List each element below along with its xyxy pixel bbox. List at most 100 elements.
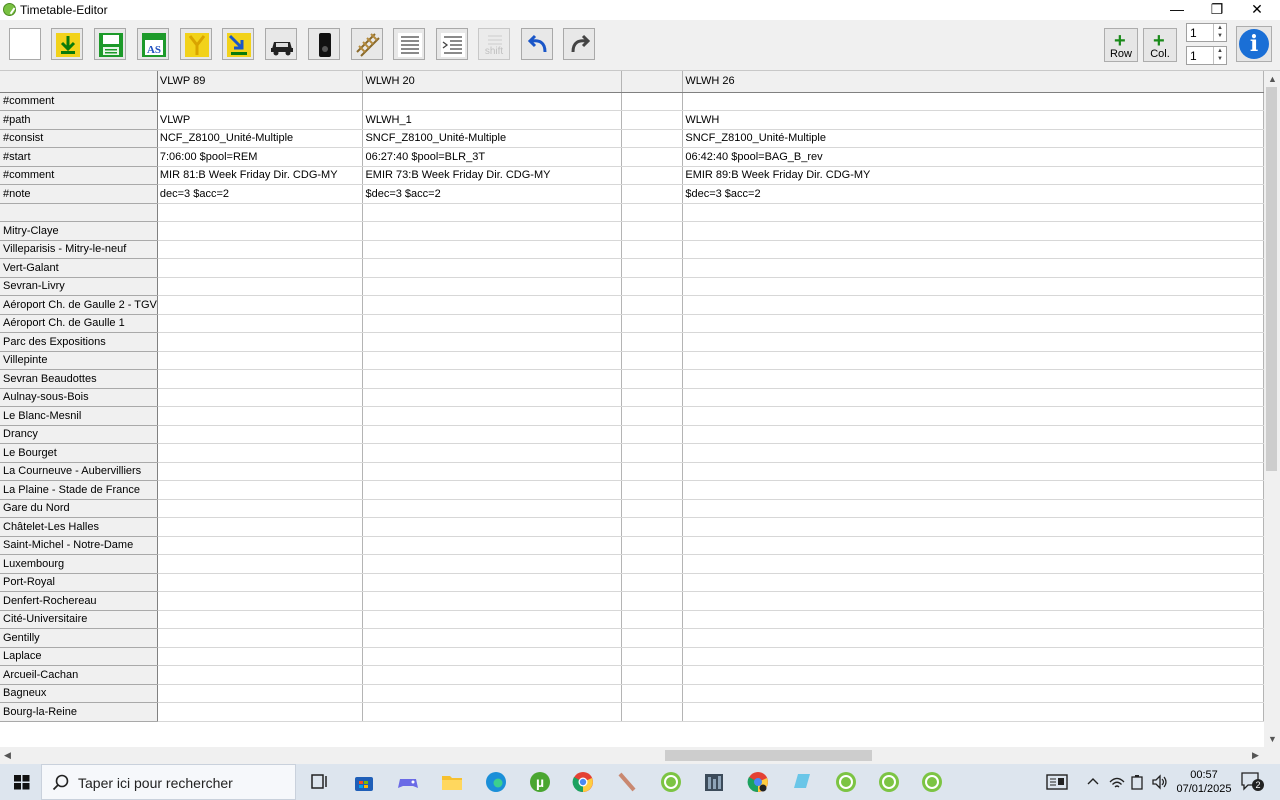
grid-cell[interactable] <box>157 684 364 703</box>
grid-cell[interactable] <box>157 517 364 537</box>
grid-cell[interactable] <box>362 536 623 555</box>
grid-cell[interactable] <box>157 628 364 648</box>
info-button[interactable]: i <box>1236 26 1272 62</box>
grid-cell[interactable] <box>157 369 364 389</box>
grid-cell[interactable] <box>157 221 364 241</box>
taskbar-search-box[interactable]: Taper ici pour rechercher <box>41 764 296 800</box>
grid-cell[interactable] <box>362 332 623 352</box>
grid-cell[interactable] <box>682 702 1264 722</box>
grid-cell[interactable] <box>362 591 623 611</box>
row-header[interactable]: #comment <box>0 92 158 111</box>
grid-cell[interactable] <box>682 647 1264 666</box>
row-header[interactable]: Parc des Expositions <box>0 332 158 352</box>
grid-cell[interactable] <box>682 480 1264 500</box>
file-explorer-icon[interactable] <box>440 770 464 794</box>
scroll-right-icon[interactable]: ▶ <box>1252 750 1259 761</box>
row-header[interactable]: #start <box>0 147 158 167</box>
edge-icon[interactable] <box>484 770 508 794</box>
row-header[interactable]: Le Bourget <box>0 443 158 463</box>
grid-cell[interactable]: 7:06:00 $pool=REM <box>157 147 364 167</box>
row-header[interactable]: Sevran-Livry <box>0 277 158 296</box>
add-row-button[interactable]: + Row <box>1104 28 1138 62</box>
new-blank-button[interactable] <box>9 28 41 60</box>
grid-cell[interactable]: $dec=3 $acc=2 <box>682 184 1264 204</box>
grid-cell[interactable] <box>621 665 684 685</box>
grid-cell[interactable] <box>621 628 684 648</box>
restore-button[interactable]: ❐ <box>1197 0 1237 20</box>
grid-cell[interactable] <box>157 314 364 333</box>
grid-cell[interactable]: 06:42:40 $pool=BAG_B_rev <box>682 147 1264 167</box>
grid-cell[interactable]: WLWH <box>682 110 1264 130</box>
grid-cell[interactable] <box>682 665 1264 685</box>
grid-cell[interactable] <box>362 314 623 333</box>
grid-cell[interactable] <box>621 295 684 315</box>
gamepad-icon[interactable] <box>396 770 420 794</box>
undo-button[interactable] <box>521 28 553 60</box>
grid-cell[interactable] <box>362 277 623 296</box>
grid-cell[interactable] <box>157 406 364 426</box>
row-header[interactable]: Bourg-la-Reine <box>0 702 158 722</box>
grid-cell[interactable] <box>621 517 684 537</box>
grid-cell[interactable] <box>682 517 1264 537</box>
grid-cell[interactable] <box>362 406 623 426</box>
grid-cell[interactable] <box>157 610 364 629</box>
grid-cell[interactable] <box>682 499 1264 518</box>
grid-cell[interactable] <box>621 443 684 463</box>
row-header[interactable]: Le Blanc-Mesnil <box>0 406 158 426</box>
timetable-app-icon[interactable] <box>877 770 901 794</box>
horizontal-scroll-thumb[interactable] <box>665 750 872 761</box>
utorrent-icon[interactable]: µ <box>528 770 552 794</box>
grid-cell[interactable] <box>621 240 684 259</box>
grid-cell[interactable] <box>621 147 684 167</box>
row-header[interactable]: Villeparisis - Mitry-le-neuf <box>0 240 158 259</box>
grid-cell[interactable] <box>621 684 684 703</box>
row-header[interactable]: Drancy <box>0 425 158 444</box>
col-count-spinner[interactable]: 1 ▲ ▼ <box>1186 46 1227 65</box>
grid-cell[interactable] <box>362 221 623 241</box>
grid-cell[interactable]: 06:27:40 $pool=BLR_3T <box>362 147 623 167</box>
grid-cell[interactable] <box>362 443 623 463</box>
grid-cell[interactable] <box>621 573 684 592</box>
grid-cell[interactable] <box>157 258 364 278</box>
news-widget-icon[interactable] <box>1045 770 1069 794</box>
grid-cell[interactable] <box>362 665 623 685</box>
grid-cell[interactable]: dec=3 $acc=2 <box>157 184 364 204</box>
column-header[interactable] <box>621 71 684 93</box>
vertical-scrollbar[interactable]: ▲ ▼ <box>1264 71 1280 747</box>
row-header[interactable]: Laplace <box>0 647 158 666</box>
grid-cell[interactable] <box>362 388 623 407</box>
grid-cell[interactable] <box>157 388 364 407</box>
consist-button[interactable] <box>265 28 297 60</box>
grid-cell[interactable] <box>621 554 684 574</box>
row-header[interactable]: Saint-Michel - Notre-Dame <box>0 536 158 555</box>
row-header[interactable]: La Plaine - Stade de France <box>0 480 158 500</box>
grid-cell[interactable] <box>621 536 684 555</box>
grid-cell[interactable] <box>682 425 1264 444</box>
grid-cell[interactable] <box>682 591 1264 611</box>
grid-cell[interactable] <box>682 610 1264 629</box>
scroll-left-icon[interactable]: ◀ <box>4 750 11 761</box>
grid-cell[interactable] <box>621 277 684 296</box>
store-icon[interactable] <box>352 770 376 794</box>
row-header[interactable]: Villepinte <box>0 351 158 370</box>
grid-cell[interactable] <box>621 110 684 130</box>
grid-cell[interactable] <box>157 443 364 463</box>
grid-cell[interactable] <box>621 610 684 629</box>
grid-cell[interactable]: EMIR 89:B Week Friday Dir. CDG-MY <box>682 166 1264 185</box>
grid-cell[interactable] <box>362 425 623 444</box>
grid-cell[interactable] <box>157 425 364 444</box>
grid-cell[interactable] <box>621 647 684 666</box>
row-header[interactable]: Gentilly <box>0 628 158 648</box>
row-header[interactable]: Gare du Nord <box>0 499 158 518</box>
grid-cell[interactable] <box>157 573 364 592</box>
row-header[interactable]: #note <box>0 184 158 204</box>
save-as-button[interactable]: AS <box>137 28 169 60</box>
column-header[interactable]: WLWH 26 <box>682 71 1264 93</box>
timetable-app-icon[interactable] <box>834 770 858 794</box>
grid-cell[interactable]: NCF_Z8100_Unité-Multiple <box>157 129 364 148</box>
grid-cell[interactable] <box>362 480 623 500</box>
grid-cell[interactable]: SNCF_Z8100_Unité-Multiple <box>682 129 1264 148</box>
grid-cell[interactable] <box>157 665 364 685</box>
insert-button[interactable] <box>222 28 254 60</box>
row-count-spinner[interactable]: 1 ▲ ▼ <box>1186 23 1227 42</box>
